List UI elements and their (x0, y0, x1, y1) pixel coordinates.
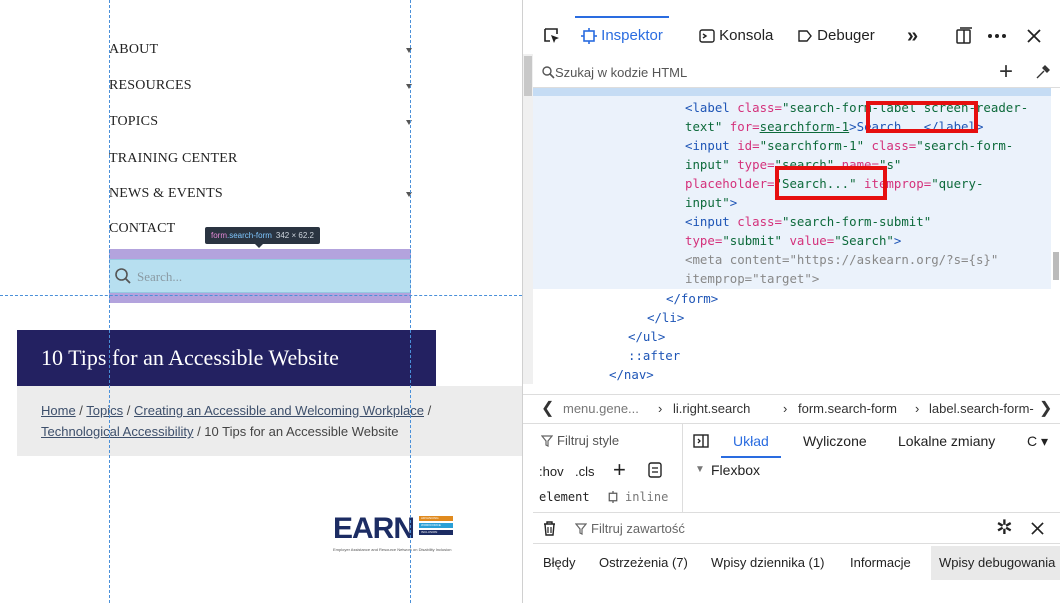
rules-panel: Filtruj style :hov .cls + element inline (533, 424, 683, 512)
crumb-item[interactable]: label.search-form- (929, 395, 1034, 423)
markup-line[interactable]: type="submit" value="Search"> (685, 231, 901, 250)
highlight-box (866, 101, 978, 133)
chevron-right-icon[interactable]: ❯ (1039, 395, 1052, 423)
tab-errors[interactable]: Błędy (543, 546, 576, 580)
dropdown-caret-icon[interactable] (406, 84, 412, 89)
markup-line[interactable]: <input id="searchform-1" class="search-f… (685, 136, 1013, 155)
breadcrumb-current: / 10 Tips for an Accessible Website (193, 424, 399, 439)
inspector-icon[interactable] (607, 491, 619, 503)
collapse-arrow-icon[interactable]: ▼ (695, 464, 705, 475)
chevron-left-icon[interactable]: ❮ (541, 395, 554, 423)
left-scrollbar[interactable] (523, 54, 533, 384)
page-preview: ABOUT RESOURCES TOPICS TRAINING CENTER N… (0, 0, 522, 603)
markup-line[interactable]: </form> (666, 289, 718, 308)
breadcrumb-tech[interactable]: Technological Accessibility (41, 424, 193, 439)
markup-line[interactable]: </nav> (609, 365, 654, 384)
tab-inspector[interactable]: Inspektor (575, 16, 669, 52)
flexbox-section[interactable]: Flexbox (711, 462, 760, 478)
node-breadcrumbs: ❮ menu.gene... › li.right.search › form.… (523, 394, 1060, 424)
tab-logs[interactable]: Wpisy dziennika (1) (711, 546, 824, 580)
markup-line[interactable]: </li> (647, 308, 684, 327)
console-toolbar: Filtruj zawartość ✲ (533, 512, 1060, 544)
markup-line[interactable]: input"> (685, 193, 737, 212)
guide-line (109, 0, 110, 603)
console-filter-input[interactable]: Filtruj zawartość (591, 521, 685, 536)
highlight-box (775, 166, 887, 200)
tab-layout[interactable]: Układ (721, 424, 781, 458)
filter-icon (575, 523, 587, 535)
nav-item-topics[interactable]: TOPICS (109, 110, 414, 134)
tab-changes[interactable]: Lokalne zmiany (898, 424, 995, 458)
add-rule-button[interactable]: + (613, 457, 626, 483)
devtools-panel: Inspektor Konsola Debuger » Szukaj w kod… (522, 0, 1060, 603)
close-icon[interactable] (1027, 18, 1041, 54)
crumb-item[interactable]: form.search-form (798, 395, 897, 423)
cls-toggle[interactable]: .cls (575, 464, 595, 479)
html-markup-view[interactable]: <label class="search-form-label screen-r… (533, 88, 1051, 388)
print-media-icon[interactable] (648, 462, 662, 478)
tab-warnings[interactable]: Ostrzeżenia (7) (599, 546, 688, 580)
inspector-icon (581, 28, 597, 45)
eyedropper-icon[interactable] (1035, 64, 1051, 80)
hov-toggle[interactable]: :hov (539, 464, 564, 479)
add-node-button[interactable]: + (999, 58, 1013, 86)
settings-gear-icon[interactable]: ✲ (996, 515, 1013, 540)
breadcrumb-workplace[interactable]: Creating an Accessible and Welcoming Wor… (134, 403, 424, 418)
markup-line[interactable]: </ul> (628, 327, 665, 346)
tab-computed[interactable]: Wyliczone (803, 424, 867, 458)
breadcrumb-topics[interactable]: Topics (86, 403, 123, 418)
markup-scrollbar[interactable] (1051, 88, 1060, 388)
filter-icon (541, 435, 553, 447)
dropdown-caret-icon[interactable] (406, 120, 412, 125)
page-title-banner: 10 Tips for an Accessible Website (17, 330, 436, 386)
tab-info[interactable]: Informacje (850, 546, 911, 580)
nav-item-training-center[interactable]: TRAINING CENTER (109, 147, 414, 171)
dropdown-caret-icon[interactable] (406, 192, 412, 197)
tab-debugger[interactable]: Debuger (797, 18, 875, 54)
element-picker-icon[interactable] (543, 18, 561, 54)
crumb-item[interactable]: menu.gene... (563, 395, 639, 423)
rules-filter-input[interactable]: Filtruj style (557, 433, 619, 448)
tab-console[interactable]: Konsola (699, 18, 773, 54)
earn-logo[interactable]: EARN ADVANCING WORKFORCE INCLUSION Emplo… (333, 512, 473, 567)
html-search-input[interactable]: Szukaj w kodzie HTML + (533, 58, 1060, 88)
nav-item-news-events[interactable]: NEWS & EVENTS (109, 182, 414, 206)
breadcrumb-home[interactable]: Home (41, 403, 76, 418)
close-icon[interactable] (1031, 522, 1044, 535)
menu-dots-icon[interactable] (987, 18, 1007, 54)
nav-item-about[interactable]: ABOUT (109, 38, 414, 62)
tab-more[interactable]: C ▾ (1027, 424, 1048, 458)
search-icon (115, 268, 131, 284)
element-dimensions-tooltip: form.search-form 342 × 62.2 (205, 227, 320, 248)
crumb-item[interactable]: li.right.search (673, 395, 750, 423)
tab-debug[interactable]: Wpisy debugowania (931, 546, 1060, 580)
console-filter-tabs: Błędy Ostrzeżenia (7) Wpisy dziennika (1… (533, 546, 1060, 580)
markup-line[interactable]: <input class="search-form-submit" (685, 212, 931, 231)
guide-line (0, 295, 522, 296)
nav-item-resources[interactable]: RESOURCES (109, 74, 414, 98)
sidebar-toggle-icon[interactable] (693, 434, 709, 448)
debugger-icon (798, 30, 812, 42)
search-input[interactable]: Search... (109, 259, 411, 293)
search-icon (542, 66, 555, 79)
search-placeholder: Search... (137, 269, 183, 284)
console-icon (699, 29, 715, 43)
dock-icon[interactable] (955, 18, 973, 54)
guide-line (410, 0, 411, 603)
devtools-toolbar: Inspektor Konsola Debuger » (523, 0, 1060, 54)
markup-line[interactable]: ::after (628, 346, 680, 365)
more-tabs-button[interactable]: » (907, 18, 918, 54)
page-title: 10 Tips for an Accessible Website (41, 345, 339, 370)
breadcrumb: Home / Topics / Creating an Accessible a… (17, 386, 522, 456)
markup-line[interactable]: <meta content="https://askearn.org/?s={s… (685, 250, 998, 269)
dropdown-caret-icon[interactable] (406, 48, 412, 53)
layout-panel: Układ Wyliczone Lokalne zmiany C ▾ ▼ Fle… (683, 424, 1060, 512)
trash-icon[interactable] (543, 521, 556, 536)
markup-line[interactable]: itemprop="target"> (685, 269, 819, 288)
